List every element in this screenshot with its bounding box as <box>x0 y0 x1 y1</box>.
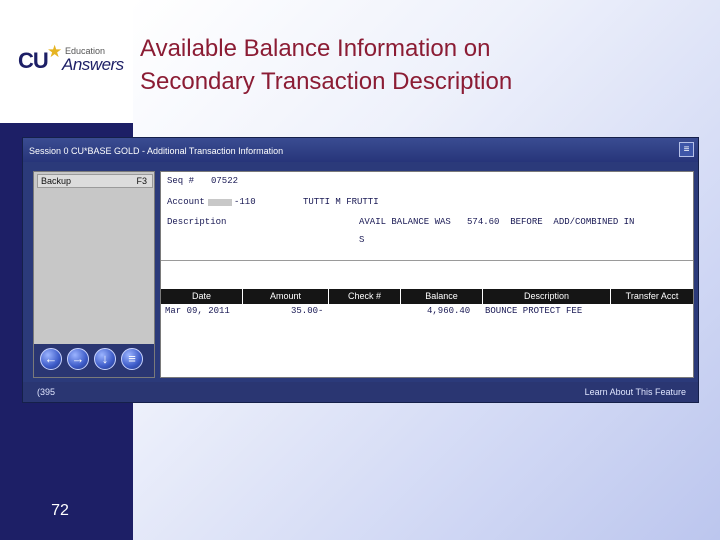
logo-cu-text: CU <box>18 48 49 73</box>
description-line-2: S <box>359 235 365 245</box>
column-description[interactable]: Description <box>483 289 611 304</box>
logo-area: CU ★ Education Answers <box>0 0 133 123</box>
slide-title-line-1: Available Balance Information on <box>140 35 491 62</box>
backup-key: F3 <box>136 176 147 186</box>
column-transfer-acct[interactable]: Transfer Acct <box>611 289 693 304</box>
table-row[interactable]: Mar 09, 2011 35.00- 4,960.40 BOUNCE PROT… <box>161 306 693 318</box>
status-bar: (395 Learn About This Feature <box>23 382 698 402</box>
forward-arrow-icon[interactable]: → <box>67 348 89 370</box>
backup-button[interactable]: Backup F3 <box>37 174 153 188</box>
column-amount[interactable]: Amount <box>243 289 329 304</box>
row-balance: 4,960.40 <box>427 306 471 316</box>
row-amount: 35.00- <box>291 306 324 316</box>
transaction-grid-header: Date Amount Check # Balance Description … <box>161 289 693 304</box>
window-menu-icon[interactable]: ≡ <box>679 142 694 157</box>
account-suffix: -110 <box>234 197 256 207</box>
nav-toolbar: ← → ↓ ≡ <box>34 344 154 377</box>
menu-icon[interactable]: ≡ <box>121 348 143 370</box>
window-titlebar: Session 0 CU*BASE GOLD - Additional Tran… <box>23 138 698 162</box>
star-icon: ★ <box>47 42 63 61</box>
row-description: BOUNCE PROTECT FEE <box>485 306 583 316</box>
learn-about-feature-link[interactable]: Learn About This Feature <box>585 387 686 397</box>
seq-label: Seq # <box>167 176 195 186</box>
column-check[interactable]: Check # <box>329 289 401 304</box>
masked-account-number <box>208 199 232 206</box>
transaction-panel: Seq # 07522 Account -110 TUTTI M FRUTTI … <box>160 171 694 378</box>
logo-answers-text: Answers <box>62 55 124 74</box>
column-balance[interactable]: Balance <box>401 289 483 304</box>
back-arrow-icon[interactable]: ← <box>40 348 62 370</box>
row-date: Mar 09, 2011 <box>165 306 230 316</box>
slide-title: Available Balance Information on Seconda… <box>140 32 700 98</box>
action-sidebar: Backup F3 ← → ↓ ≡ <box>33 171 155 378</box>
account-name: TUTTI M FRUTTI <box>303 197 379 207</box>
slide-number: 72 <box>51 502 69 519</box>
screen-id: (395 <box>37 387 56 397</box>
app-window: Session 0 CU*BASE GOLD - Additional Tran… <box>22 137 699 403</box>
description-label: Description <box>167 217 227 227</box>
section-divider <box>161 260 693 261</box>
seq-value: 07522 <box>211 176 239 186</box>
cu-answers-logo: CU ★ Education Answers <box>18 42 128 76</box>
account-label: Account <box>167 197 205 207</box>
backup-label: Backup <box>41 176 72 186</box>
window-title: Session 0 CU*BASE GOLD - Additional Tran… <box>29 146 284 156</box>
column-date[interactable]: Date <box>161 289 243 304</box>
slide-title-line-2: Secondary Transaction Description <box>140 68 513 95</box>
description-line-1: AVAIL BALANCE WAS 574.60 BEFORE ADD/COMB… <box>359 217 635 227</box>
down-arrow-icon[interactable]: ↓ <box>94 348 116 370</box>
